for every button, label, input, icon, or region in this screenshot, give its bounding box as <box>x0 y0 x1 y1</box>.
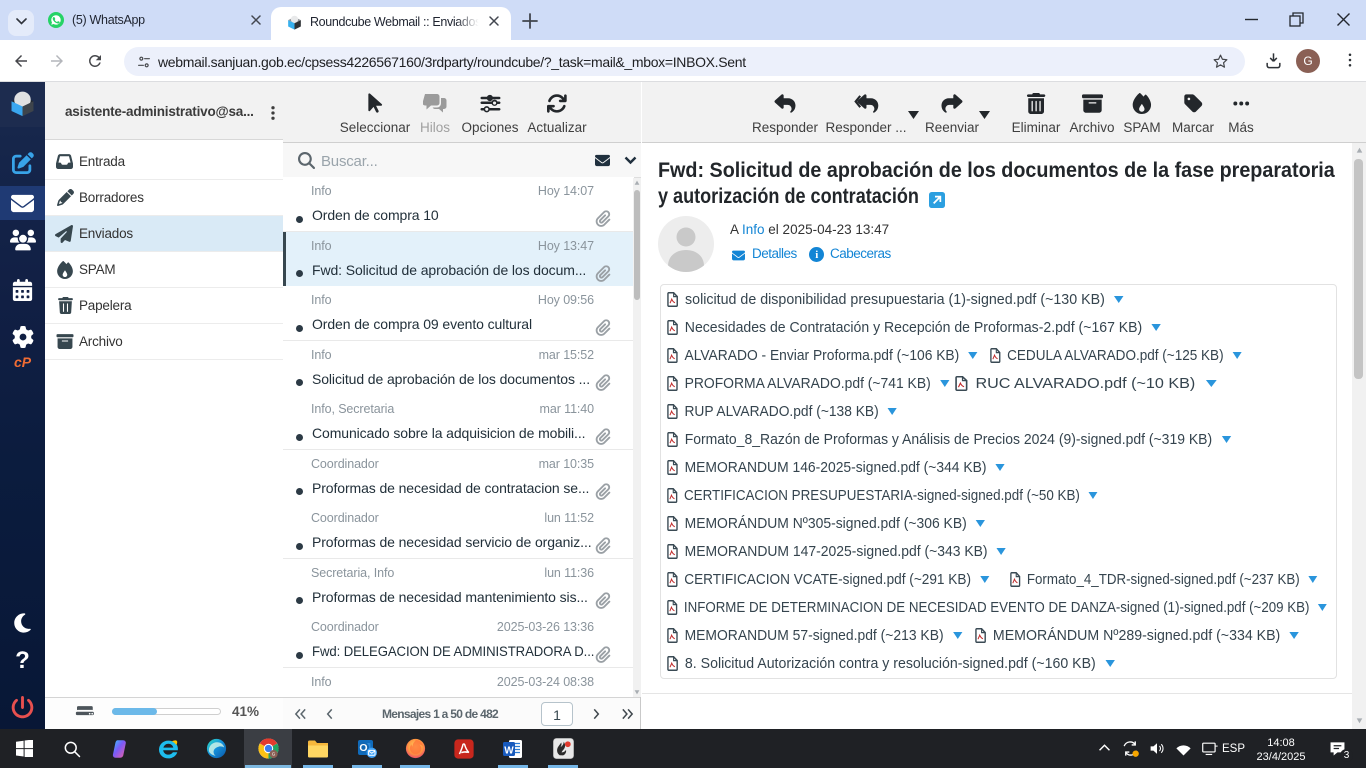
svg-text:G: G <box>271 752 275 757</box>
svg-text:O: O <box>359 742 367 754</box>
svg-text:W: W <box>504 745 514 756</box>
